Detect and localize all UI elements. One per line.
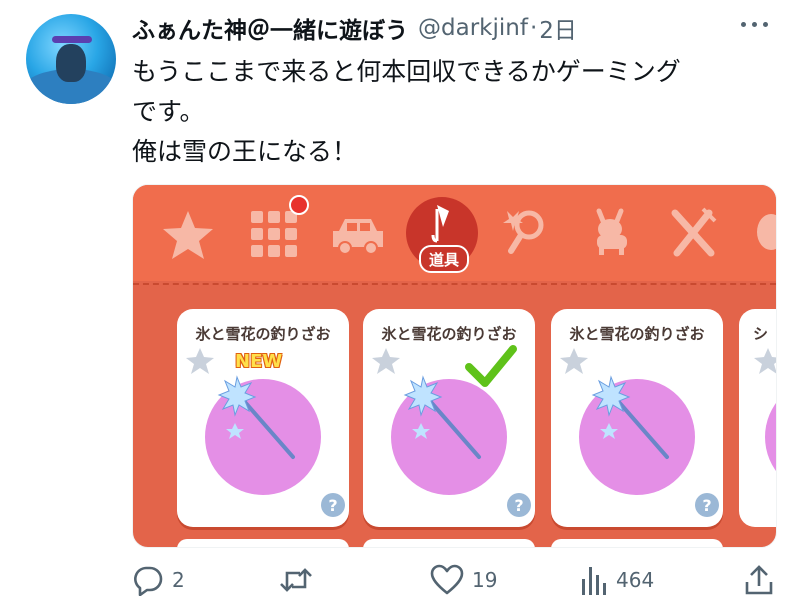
item-card-partial[interactable]: シ: [739, 309, 777, 527]
goat-icon: [596, 208, 627, 255]
magnifier-icon: [503, 210, 544, 254]
item-card-next-row: [551, 539, 723, 547]
favorite-star-icon[interactable]: [185, 347, 215, 375]
item-card-circle: [765, 379, 776, 495]
more-options-button[interactable]: [736, 12, 772, 36]
item-card[interactable]: 氷と雪花の釣りざお NEW ?: [177, 309, 349, 527]
tweet-actions: 2 19 464: [132, 562, 782, 598]
more-dot-icon: [751, 21, 757, 27]
reply-count: 2: [172, 568, 185, 592]
item-card-title: シ: [753, 325, 769, 343]
tweet-text-line: 俺は雪の王になる！: [132, 137, 358, 166]
more-dot-icon: [740, 21, 746, 27]
new-badge: NEW: [235, 351, 283, 372]
like-button[interactable]: 19: [430, 562, 497, 598]
grid-icon: [251, 211, 297, 257]
umbrella-icon: [431, 205, 449, 243]
tweet-header: ふぁんた神＠一緒に遊ぼう @darkjinf · 2日: [132, 10, 577, 46]
author-handle[interactable]: @darkjinf: [418, 15, 528, 41]
help-button[interactable]: ?: [507, 493, 531, 517]
favorite-star-icon[interactable]: [371, 347, 401, 375]
item-card-title: 氷と雪花の釣りざお: [195, 325, 331, 343]
item-card[interactable]: 氷と雪花の釣りざお ?: [363, 309, 535, 527]
tab-tools-label[interactable]: 道具: [419, 245, 469, 273]
tweet-text-line: もうここまで来ると何本回収できるかゲーミング: [132, 57, 681, 86]
like-count: 19: [472, 568, 498, 592]
more-dot-icon: [762, 21, 768, 27]
tweet-text: もうここまで来ると何本回収できるかゲーミング です。 俺は雪の王になる！: [132, 52, 782, 172]
favorite-star-icon[interactable]: [559, 347, 589, 375]
reply-button[interactable]: 2: [132, 562, 185, 598]
item-card-next-row: [177, 539, 349, 547]
view-count: 464: [616, 568, 655, 592]
tab-separator-line: [133, 283, 776, 285]
separator-dot: ·: [529, 15, 538, 41]
help-button[interactable]: ?: [321, 493, 345, 517]
star-icon: [163, 211, 213, 259]
favorite-star-icon[interactable]: [753, 347, 777, 375]
views-chart-icon: [582, 567, 606, 595]
tweet-media-image[interactable]: 道具 氷と雪花の釣りざお NEW ? 氷と雪花の釣りざお ? 氷と雪花の釣りざお…: [132, 184, 777, 548]
car-icon: [333, 219, 383, 255]
avatar-character: [56, 44, 86, 82]
heart-icon: [430, 564, 464, 595]
fish-icon: [757, 214, 776, 250]
retweet-button[interactable]: [278, 562, 322, 598]
item-card[interactable]: 氷と雪花の釣りざお ?: [551, 309, 723, 527]
avatar-nametag: [52, 36, 92, 43]
fishing-rod-icon: [403, 375, 481, 459]
item-card-next-row: [363, 539, 535, 547]
author-avatar[interactable]: [26, 14, 116, 104]
fishing-rod-icon: [217, 375, 295, 459]
tweet-text-line: です。: [132, 97, 205, 126]
reply-icon: [134, 566, 163, 596]
utensils-icon: [671, 207, 717, 257]
retweet-icon: [280, 568, 312, 592]
views-button[interactable]: 464: [580, 562, 654, 598]
tweet-timestamp[interactable]: 2日: [539, 11, 577, 45]
fishing-rod-icon: [591, 375, 669, 459]
author-name[interactable]: ふぁんた神＠一緒に遊ぼう: [132, 11, 408, 45]
share-button[interactable]: [744, 562, 774, 598]
share-icon: [745, 565, 773, 595]
notification-badge: [289, 195, 309, 215]
item-card-title: 氷と雪花の釣りざお: [569, 325, 705, 343]
help-button[interactable]: ?: [695, 493, 719, 517]
